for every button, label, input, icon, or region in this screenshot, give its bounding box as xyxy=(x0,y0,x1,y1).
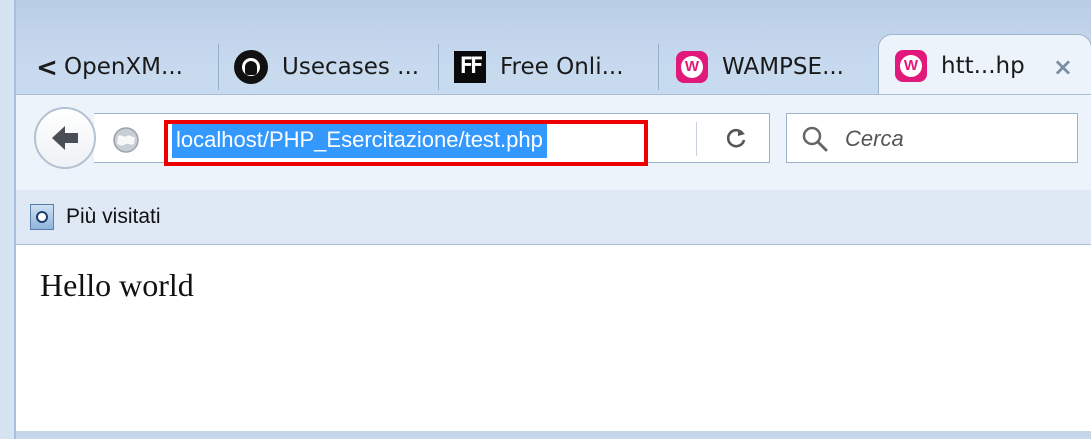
search-bar[interactable] xyxy=(786,113,1078,163)
bookmark-label: Più visitati xyxy=(66,205,161,228)
bookmark-folder-icon xyxy=(30,204,54,230)
tab-test-php-active[interactable]: W htt...hp × xyxy=(878,34,1091,97)
close-tab-icon[interactable]: × xyxy=(1053,53,1073,81)
page-content: Hello world xyxy=(16,245,1091,437)
tab-usecases[interactable]: Usecases ... xyxy=(234,40,434,94)
url-text-selected[interactable]: localhost/PHP_Esercitazione/test.php xyxy=(172,122,547,158)
wampserver-icon: W xyxy=(895,50,927,82)
bookmarks-toolbar: Più visitati xyxy=(16,190,1091,245)
search-icon xyxy=(802,126,828,152)
tab-scroll-left-button[interactable]: < xyxy=(32,44,62,92)
back-button[interactable] xyxy=(34,107,96,169)
tab-divider xyxy=(658,44,659,90)
address-bar[interactable]: localhost/PHP_Esercitazione/test.php xyxy=(94,113,770,163)
tab-free-online[interactable]: FF Free Onli... xyxy=(454,40,654,94)
github-icon xyxy=(234,50,268,84)
ff-icon: FF xyxy=(454,51,486,83)
bookmark-most-visited[interactable]: Più visitati xyxy=(30,200,161,234)
reload-button[interactable] xyxy=(704,114,768,162)
globe-icon xyxy=(113,127,139,153)
address-divider xyxy=(696,122,697,156)
tab-label: htt...hp xyxy=(941,53,1025,79)
tab-label: WAMPSE... xyxy=(722,54,844,80)
search-input[interactable] xyxy=(843,120,1067,158)
reload-icon xyxy=(726,128,746,148)
tab-divider xyxy=(218,44,219,90)
tab-label: OpenXM... xyxy=(64,54,183,80)
tab-strip: < OpenXM... Usecases ... FF Free Onli...… xyxy=(16,0,1091,100)
arrow-left-icon xyxy=(52,126,78,150)
navigation-toolbar: localhost/PHP_Esercitazione/test.php xyxy=(16,94,1091,191)
tab-label: Free Onli... xyxy=(500,54,624,80)
chevron-left-icon: < xyxy=(36,53,58,83)
tab-divider xyxy=(438,44,439,90)
tab-wampserver[interactable]: W WAMPSE... xyxy=(676,40,866,94)
tab-label: Usecases ... xyxy=(282,54,420,80)
page-body-text: Hello world xyxy=(40,267,194,303)
browser-window: < OpenXM... Usecases ... FF Free Onli...… xyxy=(14,0,1091,439)
wampserver-icon: W xyxy=(676,51,708,83)
tab-openxm[interactable]: OpenXM... xyxy=(64,40,216,94)
